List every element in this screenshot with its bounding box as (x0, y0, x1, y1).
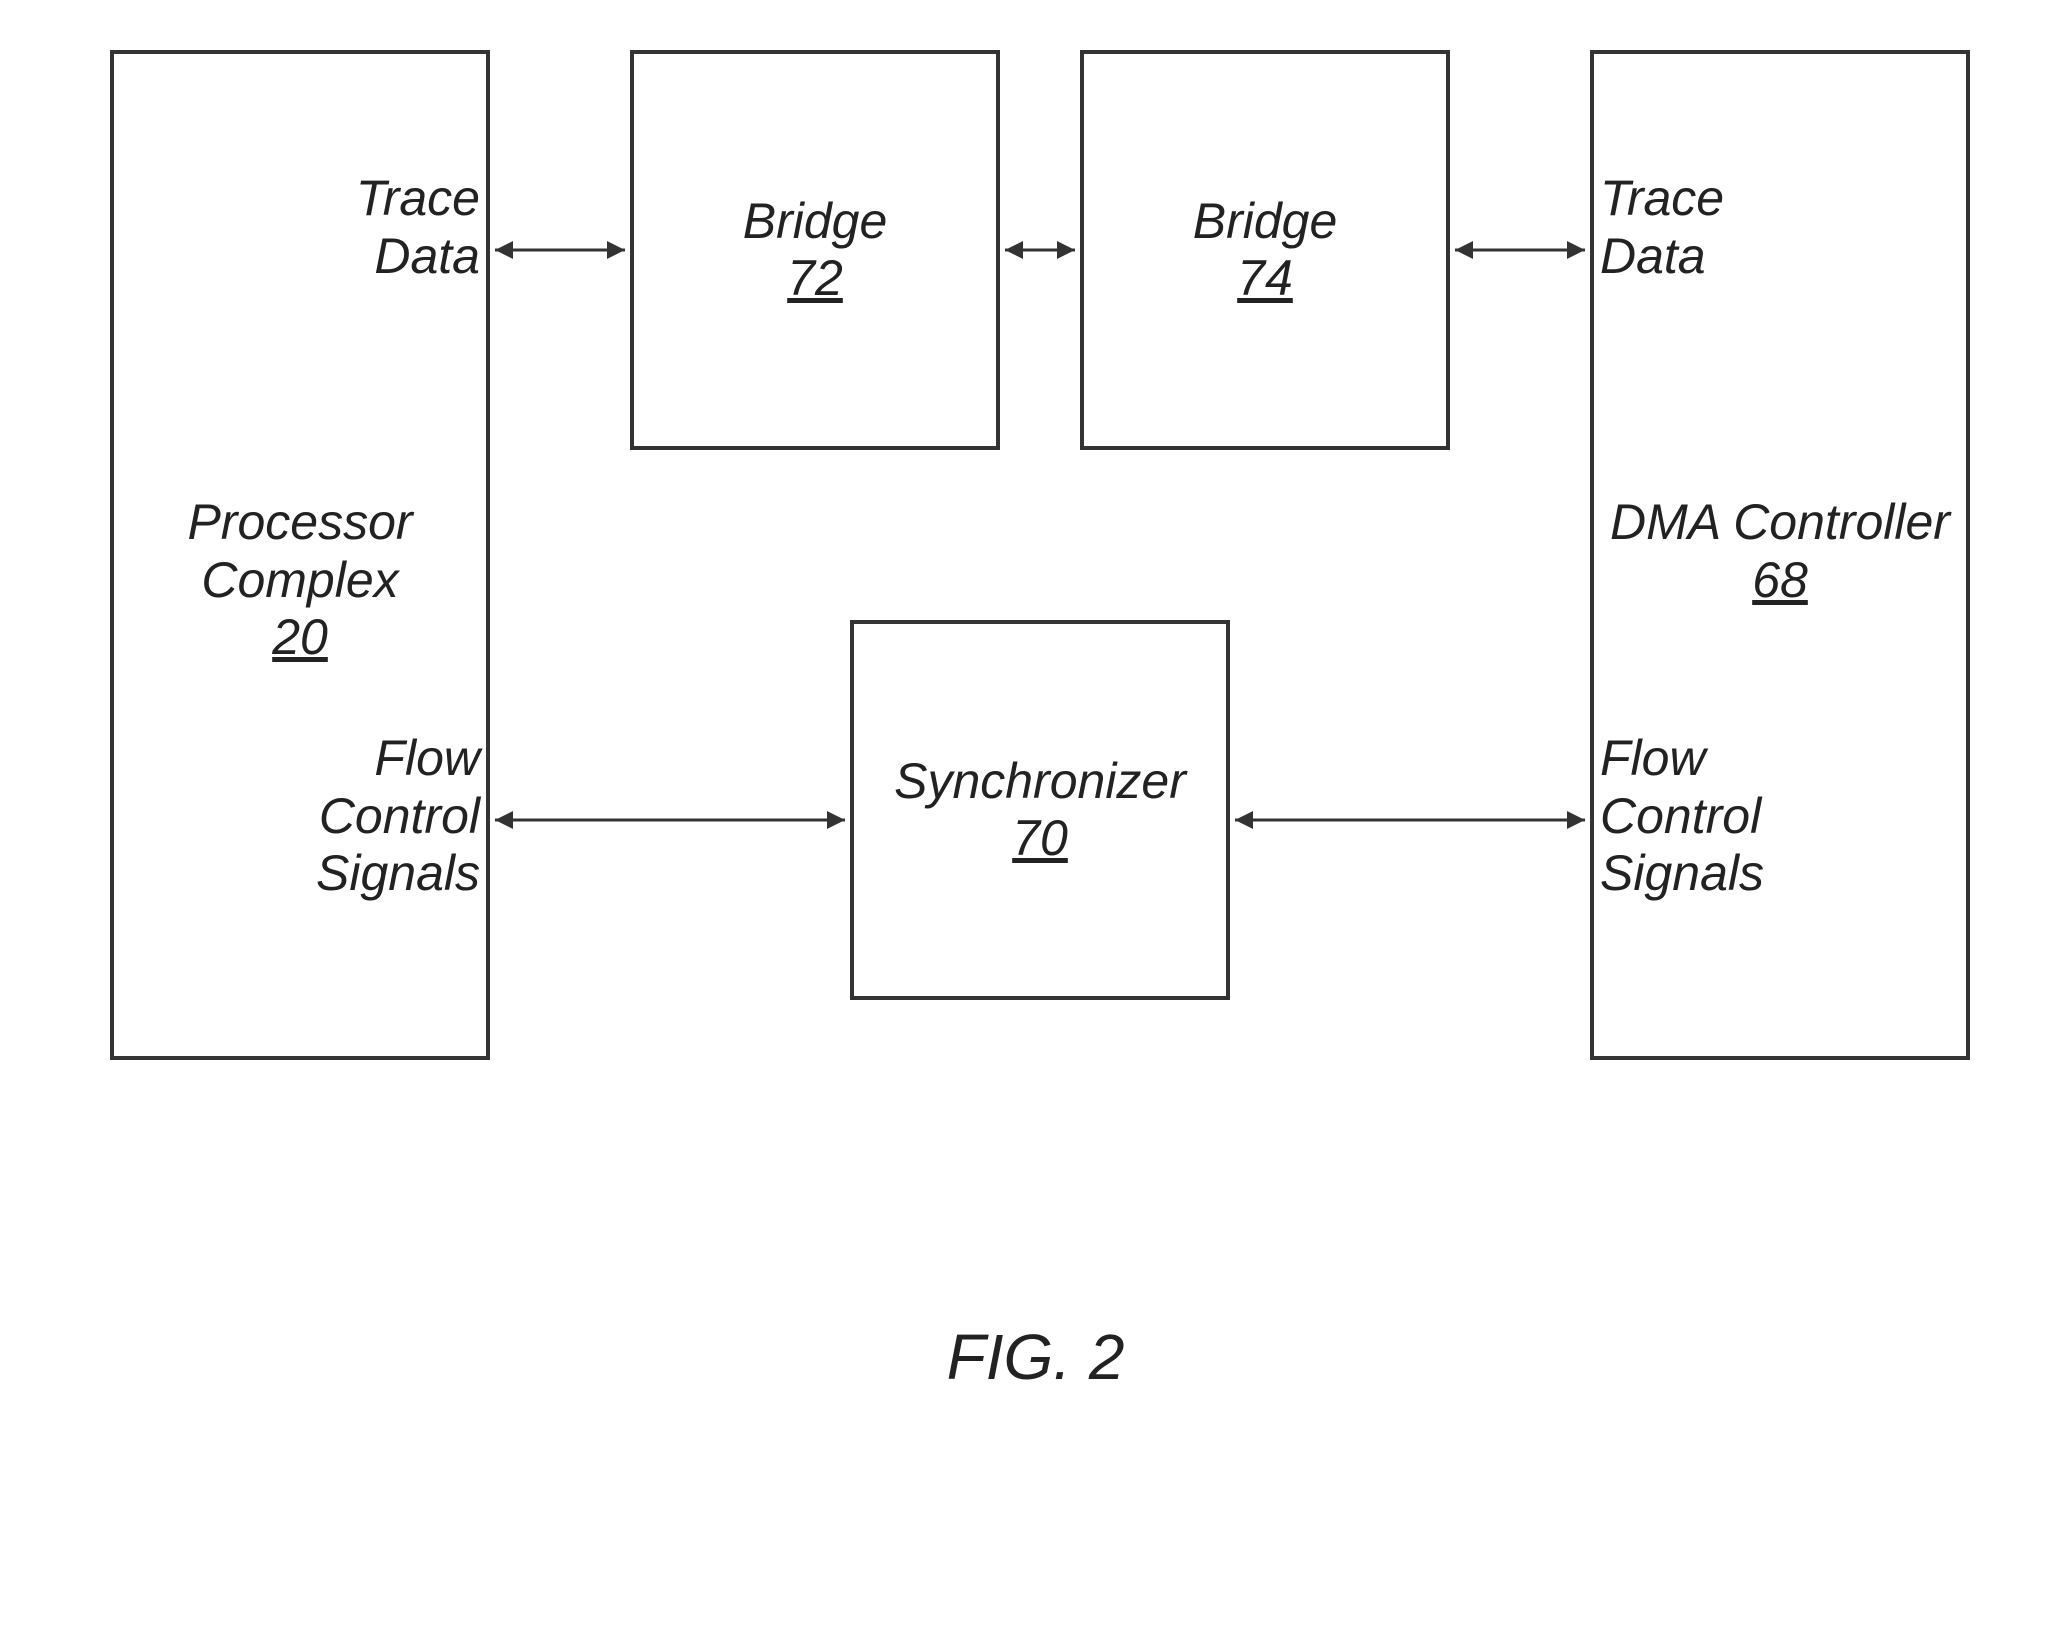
block-label: Processor Complex (114, 494, 486, 609)
block-ref: 72 (787, 250, 843, 308)
figure-caption-text: FIG. 2 (947, 1321, 1125, 1393)
block-ref: 70 (1012, 810, 1068, 868)
block-synchronizer: Synchronizer 70 (850, 620, 1230, 1000)
block-bridge-74: Bridge 74 (1080, 50, 1450, 450)
label-flow-control-left: Flow Control Signals (280, 730, 480, 903)
block-label: Bridge (1193, 193, 1338, 251)
figure-caption: FIG. 2 (0, 1320, 2071, 1394)
label-flow-control-right: Flow Control Signals (1600, 730, 1800, 903)
block-label: DMA Controller (1610, 494, 1950, 552)
label-trace-data-left: Trace Data (310, 170, 480, 285)
label-text: Trace Data (1600, 170, 1724, 284)
label-text: Flow Control Signals (1600, 730, 1764, 901)
arrow-bridge74-dma (1450, 235, 1590, 265)
arrow-processor-bridge72 (490, 235, 630, 265)
block-ref: 68 (1752, 552, 1808, 610)
arrow-sync-dma (1230, 805, 1590, 835)
block-label: Bridge (743, 193, 888, 251)
block-label: Synchronizer (894, 753, 1186, 811)
arrow-bridge72-bridge74 (1000, 235, 1080, 265)
block-ref: 74 (1237, 250, 1293, 308)
label-text: Flow Control Signals (316, 730, 480, 901)
block-bridge-72: Bridge 72 (630, 50, 1000, 450)
label-trace-data-right: Trace Data (1600, 170, 1770, 285)
diagram-canvas: Processor Complex 20 DMA Controller 68 B… (0, 0, 2071, 1629)
arrow-processor-sync (490, 805, 850, 835)
label-text: Trace Data (356, 170, 480, 284)
block-ref: 20 (272, 609, 328, 667)
